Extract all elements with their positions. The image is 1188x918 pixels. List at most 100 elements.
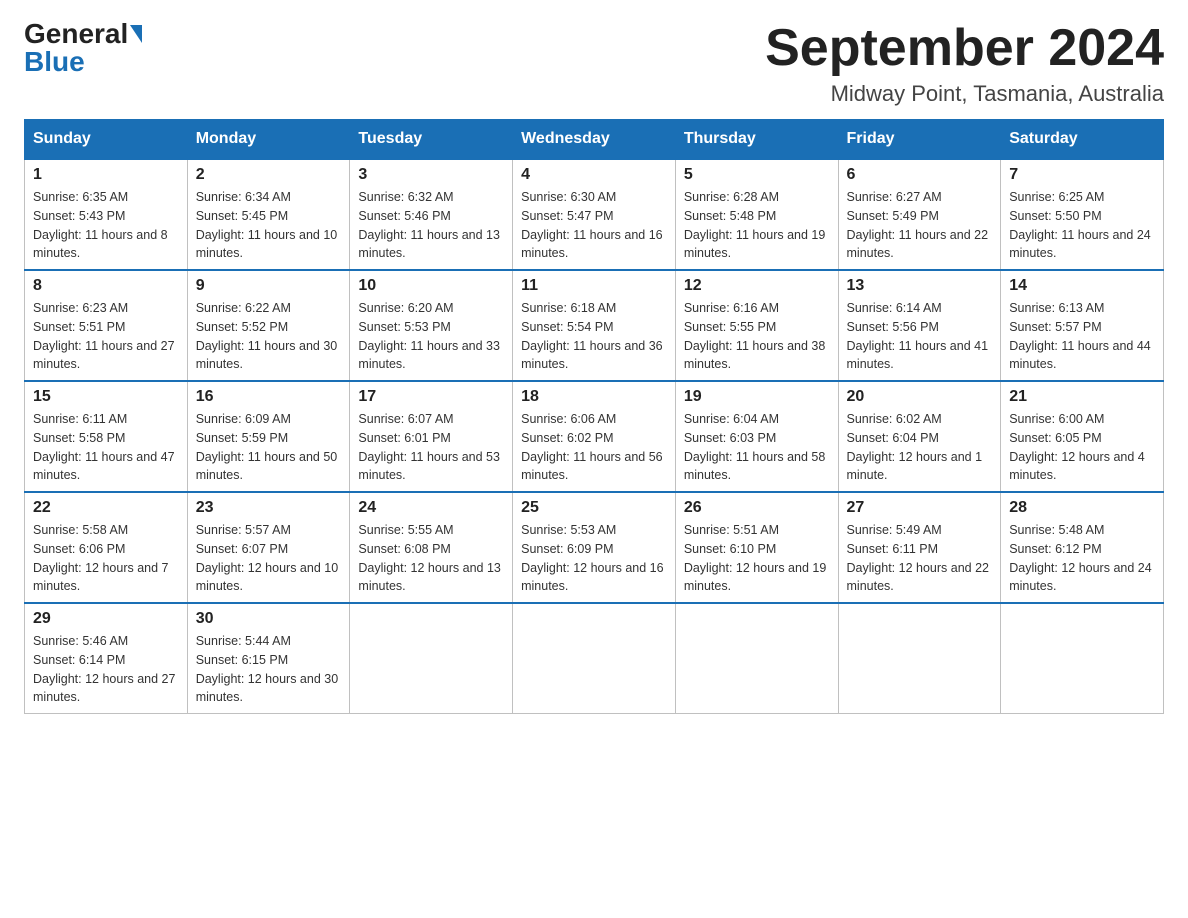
calendar-cell: 16 Sunrise: 6:09 AMSunset: 5:59 PMDaylig… [187, 381, 350, 492]
day-info: Sunrise: 6:09 AMSunset: 5:59 PMDaylight:… [196, 410, 342, 485]
day-info: Sunrise: 5:44 AMSunset: 6:15 PMDaylight:… [196, 632, 342, 707]
day-number: 2 [196, 166, 342, 184]
day-number: 29 [33, 610, 179, 628]
calendar-cell: 20 Sunrise: 6:02 AMSunset: 6:04 PMDaylig… [838, 381, 1001, 492]
calendar-cell: 12 Sunrise: 6:16 AMSunset: 5:55 PMDaylig… [675, 270, 838, 381]
calendar-title: September 2024 [765, 20, 1164, 77]
weekday-header-row: Sunday Monday Tuesday Wednesday Thursday… [25, 120, 1164, 160]
day-number: 25 [521, 499, 667, 517]
day-info: Sunrise: 6:30 AMSunset: 5:47 PMDaylight:… [521, 188, 667, 263]
calendar-cell: 14 Sunrise: 6:13 AMSunset: 5:57 PMDaylig… [1001, 270, 1164, 381]
day-number: 23 [196, 499, 342, 517]
calendar-cell: 17 Sunrise: 6:07 AMSunset: 6:01 PMDaylig… [350, 381, 513, 492]
day-number: 9 [196, 277, 342, 295]
day-info: Sunrise: 6:11 AMSunset: 5:58 PMDaylight:… [33, 410, 179, 485]
day-number: 3 [358, 166, 504, 184]
day-info: Sunrise: 6:22 AMSunset: 5:52 PMDaylight:… [196, 299, 342, 374]
day-number: 16 [196, 388, 342, 406]
calendar-cell: 1 Sunrise: 6:35 AMSunset: 5:43 PMDayligh… [25, 159, 188, 270]
day-info: Sunrise: 5:55 AMSunset: 6:08 PMDaylight:… [358, 521, 504, 596]
calendar-cell: 8 Sunrise: 6:23 AMSunset: 5:51 PMDayligh… [25, 270, 188, 381]
day-number: 5 [684, 166, 830, 184]
calendar-cell: 21 Sunrise: 6:00 AMSunset: 6:05 PMDaylig… [1001, 381, 1164, 492]
calendar-cell: 18 Sunrise: 6:06 AMSunset: 6:02 PMDaylig… [513, 381, 676, 492]
day-info: Sunrise: 6:28 AMSunset: 5:48 PMDaylight:… [684, 188, 830, 263]
header-thursday: Thursday [675, 120, 838, 160]
day-number: 14 [1009, 277, 1155, 295]
day-number: 7 [1009, 166, 1155, 184]
day-info: Sunrise: 6:16 AMSunset: 5:55 PMDaylight:… [684, 299, 830, 374]
day-number: 1 [33, 166, 179, 184]
calendar-cell: 29 Sunrise: 5:46 AMSunset: 6:14 PMDaylig… [25, 603, 188, 714]
calendar-cell: 23 Sunrise: 5:57 AMSunset: 6:07 PMDaylig… [187, 492, 350, 603]
day-info: Sunrise: 6:23 AMSunset: 5:51 PMDaylight:… [33, 299, 179, 374]
header: General Blue September 2024 Midway Point… [24, 20, 1164, 107]
day-number: 10 [358, 277, 504, 295]
day-number: 11 [521, 277, 667, 295]
calendar-cell: 9 Sunrise: 6:22 AMSunset: 5:52 PMDayligh… [187, 270, 350, 381]
calendar-week-3: 15 Sunrise: 6:11 AMSunset: 5:58 PMDaylig… [25, 381, 1164, 492]
day-info: Sunrise: 6:04 AMSunset: 6:03 PMDaylight:… [684, 410, 830, 485]
day-number: 30 [196, 610, 342, 628]
day-info: Sunrise: 5:57 AMSunset: 6:07 PMDaylight:… [196, 521, 342, 596]
calendar-cell: 10 Sunrise: 6:20 AMSunset: 5:53 PMDaylig… [350, 270, 513, 381]
day-number: 6 [847, 166, 993, 184]
day-info: Sunrise: 6:06 AMSunset: 6:02 PMDaylight:… [521, 410, 667, 485]
header-sunday: Sunday [25, 120, 188, 160]
day-number: 21 [1009, 388, 1155, 406]
calendar-week-5: 29 Sunrise: 5:46 AMSunset: 6:14 PMDaylig… [25, 603, 1164, 714]
calendar-cell: 24 Sunrise: 5:55 AMSunset: 6:08 PMDaylig… [350, 492, 513, 603]
logo-blue: Blue [24, 48, 85, 76]
calendar-cell [513, 603, 676, 714]
logo-triangle-icon [130, 25, 142, 43]
calendar-week-4: 22 Sunrise: 5:58 AMSunset: 6:06 PMDaylig… [25, 492, 1164, 603]
day-number: 4 [521, 166, 667, 184]
calendar-cell: 22 Sunrise: 5:58 AMSunset: 6:06 PMDaylig… [25, 492, 188, 603]
header-monday: Monday [187, 120, 350, 160]
calendar-cell: 7 Sunrise: 6:25 AMSunset: 5:50 PMDayligh… [1001, 159, 1164, 270]
day-number: 28 [1009, 499, 1155, 517]
calendar-body: 1 Sunrise: 6:35 AMSunset: 5:43 PMDayligh… [25, 159, 1164, 714]
day-info: Sunrise: 6:20 AMSunset: 5:53 PMDaylight:… [358, 299, 504, 374]
calendar-cell: 3 Sunrise: 6:32 AMSunset: 5:46 PMDayligh… [350, 159, 513, 270]
day-number: 12 [684, 277, 830, 295]
calendar-cell: 15 Sunrise: 6:11 AMSunset: 5:58 PMDaylig… [25, 381, 188, 492]
calendar-cell: 2 Sunrise: 6:34 AMSunset: 5:45 PMDayligh… [187, 159, 350, 270]
calendar-cell: 19 Sunrise: 6:04 AMSunset: 6:03 PMDaylig… [675, 381, 838, 492]
day-info: Sunrise: 6:25 AMSunset: 5:50 PMDaylight:… [1009, 188, 1155, 263]
calendar-subtitle: Midway Point, Tasmania, Australia [765, 81, 1164, 107]
day-info: Sunrise: 6:14 AMSunset: 5:56 PMDaylight:… [847, 299, 993, 374]
day-number: 8 [33, 277, 179, 295]
day-number: 17 [358, 388, 504, 406]
calendar-cell: 13 Sunrise: 6:14 AMSunset: 5:56 PMDaylig… [838, 270, 1001, 381]
day-info: Sunrise: 5:58 AMSunset: 6:06 PMDaylight:… [33, 521, 179, 596]
calendar-cell [675, 603, 838, 714]
title-block: September 2024 Midway Point, Tasmania, A… [765, 20, 1164, 107]
calendar-cell: 26 Sunrise: 5:51 AMSunset: 6:10 PMDaylig… [675, 492, 838, 603]
day-info: Sunrise: 6:18 AMSunset: 5:54 PMDaylight:… [521, 299, 667, 374]
day-info: Sunrise: 6:27 AMSunset: 5:49 PMDaylight:… [847, 188, 993, 263]
day-info: Sunrise: 5:48 AMSunset: 6:12 PMDaylight:… [1009, 521, 1155, 596]
calendar-cell: 30 Sunrise: 5:44 AMSunset: 6:15 PMDaylig… [187, 603, 350, 714]
day-number: 27 [847, 499, 993, 517]
day-number: 19 [684, 388, 830, 406]
logo: General Blue [24, 20, 142, 76]
day-info: Sunrise: 5:51 AMSunset: 6:10 PMDaylight:… [684, 521, 830, 596]
logo-row1: General [24, 20, 142, 48]
calendar-cell [1001, 603, 1164, 714]
day-number: 24 [358, 499, 504, 517]
day-info: Sunrise: 6:07 AMSunset: 6:01 PMDaylight:… [358, 410, 504, 485]
page: General Blue September 2024 Midway Point… [0, 0, 1188, 918]
calendar-cell: 4 Sunrise: 6:30 AMSunset: 5:47 PMDayligh… [513, 159, 676, 270]
header-saturday: Saturday [1001, 120, 1164, 160]
calendar-cell: 11 Sunrise: 6:18 AMSunset: 5:54 PMDaylig… [513, 270, 676, 381]
calendar-cell: 6 Sunrise: 6:27 AMSunset: 5:49 PMDayligh… [838, 159, 1001, 270]
calendar-cell: 27 Sunrise: 5:49 AMSunset: 6:11 PMDaylig… [838, 492, 1001, 603]
header-tuesday: Tuesday [350, 120, 513, 160]
day-info: Sunrise: 6:34 AMSunset: 5:45 PMDaylight:… [196, 188, 342, 263]
day-info: Sunrise: 5:49 AMSunset: 6:11 PMDaylight:… [847, 521, 993, 596]
day-number: 26 [684, 499, 830, 517]
calendar-cell [350, 603, 513, 714]
day-info: Sunrise: 6:02 AMSunset: 6:04 PMDaylight:… [847, 410, 993, 485]
day-info: Sunrise: 6:00 AMSunset: 6:05 PMDaylight:… [1009, 410, 1155, 485]
